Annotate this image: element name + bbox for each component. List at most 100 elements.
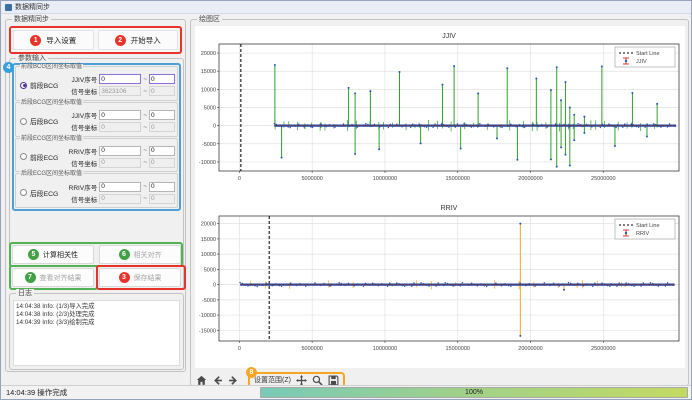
svg-text:15000: 15000 [201,237,216,243]
svg-text:20000000: 20000000 [518,176,542,182]
param-section-3: 后段ECG区间坐标取值 后段ECG RRIV序号 ~ 信号坐标 ~ [15,173,178,208]
section-radio[interactable]: 前段ECG [18,152,63,162]
range-end-input[interactable] [149,146,175,156]
plot-panel: 绘图区 20000150001000050000-5000-1000005000… [190,19,689,386]
range-start-input[interactable] [99,146,141,156]
range-end-input[interactable] [149,110,175,120]
log-group: 日志 14:04:38 Info: (1/3)导入完成14:04:38 Info… [9,293,184,370]
section-radio[interactable]: 后段ECG [18,188,63,198]
sync-panel: 数据精同步 1 导入设置 2 开始导入 参数输入 4 前段BCG区间坐标取值 前… [5,19,186,372]
svg-text:15000: 15000 [201,69,216,75]
svg-text:JJIV: JJIV [636,59,647,65]
radio-icon[interactable] [20,189,27,196]
pan-icon[interactable] [296,375,307,386]
radio-label: 后段ECG [30,188,58,198]
title-bar: 数据精同步 [1,1,691,14]
section-radio[interactable]: 前段BCG [18,80,63,90]
svg-text:JJIV: JJIV [442,33,456,40]
range-end-input[interactable] [149,74,175,84]
start-import-label: 开始导入 [131,35,161,46]
svg-text:0: 0 [238,346,241,352]
range-start-input[interactable] [99,122,141,132]
radio-icon[interactable] [20,82,27,89]
jjiv-chart[interactable]: 20000150001000050000-5000-10000050000001… [195,26,685,198]
svg-text:10000: 10000 [201,252,216,258]
svg-text:5000000: 5000000 [301,176,322,182]
range-end-input[interactable] [149,182,175,192]
import-settings-button[interactable]: 1 导入设置 [13,30,94,50]
app-icon [5,4,12,11]
svg-text:-15000: -15000 [199,328,216,334]
svg-text:0: 0 [213,283,216,289]
section-title: 后段BCG区间坐标取值 [20,100,83,107]
range-end-input[interactable] [149,122,175,132]
radio-icon[interactable] [20,118,27,125]
section-title: 前段BCG区间坐标取值 [20,64,83,71]
param-section-1: 后段BCG区间坐标取值 后段BCG JJIV序号 ~ 信号坐标 ~ [15,102,178,137]
forward-icon[interactable] [228,375,239,386]
log-line: 14:04:38 Info: (2/3)处理完成 [16,311,177,319]
compute-correlation-button[interactable]: 5 计算相关性 [12,245,94,264]
range-start-input[interactable] [99,110,141,120]
range-separator: ~ [143,124,147,131]
log-group-title: 日志 [16,289,34,298]
svg-text:0: 0 [213,124,216,130]
log-line: 14:04:39 Info: (3/3)绘制完成 [16,319,177,327]
svg-text:20000000: 20000000 [518,346,542,352]
svg-text:15000000: 15000000 [445,176,469,182]
status-text: 14:04:39 操作完成 [6,387,67,398]
range-start-input[interactable] [99,158,141,168]
param-row: JJIV序号 ~ [63,74,175,84]
back-icon[interactable] [212,375,223,386]
sync-panel-title: 数据精同步 [12,15,51,24]
range-start-input[interactable] [99,86,141,96]
range-end-input[interactable] [149,194,175,204]
svg-text:10000000: 10000000 [373,176,397,182]
range-start-input[interactable] [99,194,141,204]
section-title: 后段ECG区间坐标取值 [20,171,83,178]
save-icon[interactable] [328,375,339,386]
svg-text:25000000: 25000000 [591,176,615,182]
field-label: 信号坐标 [63,86,97,96]
svg-text:-10000: -10000 [199,160,216,166]
home-icon[interactable] [196,375,207,386]
radio-icon[interactable] [20,153,27,160]
step-badge-8: 8 [246,367,257,378]
log-line: 14:04:38 Info: (1/3)导入完成 [16,303,177,311]
svg-text:-5000: -5000 [202,298,216,304]
set-range-button[interactable]: 设置范围(Z) [254,375,291,385]
log-list[interactable]: 14:04:38 Info: (1/3)导入完成14:04:38 Info: (… [13,300,180,366]
correlation-align-button[interactable]: 6 相关对齐 [99,245,181,264]
param-row: 信号坐标 ~ [63,86,175,96]
range-start-input[interactable] [99,74,141,84]
range-start-input[interactable] [99,182,141,192]
view-align-result-button[interactable]: 7 查看对齐结果 [12,268,94,287]
svg-text:0: 0 [238,176,241,182]
range-end-input[interactable] [149,158,175,168]
save-result-label: 保存结果 [134,273,162,283]
step-badge-1: 1 [30,35,41,46]
param-section-2: 前段ECG区间坐标取值 前段ECG RRIV序号 ~ 信号坐标 ~ [15,138,178,173]
svg-text:5000: 5000 [204,267,216,273]
svg-text:RRIV: RRIV [636,231,649,237]
param-row: RRIV序号 ~ [63,146,175,156]
range-end-input[interactable] [149,86,175,96]
step-badge-6: 6 [119,249,130,260]
params-annotation-box: 前段BCG区间坐标取值 前段BCG JJIV序号 ~ 信号坐标 ~ 后段BCG区… [12,63,181,211]
range-separator: ~ [143,76,147,83]
param-row: JJIV序号 ~ [63,110,175,120]
zoom-icon[interactable] [312,375,323,386]
field-label: JJIV序号 [63,110,97,120]
rriv-chart[interactable]: 20000150001000050000-5000-10000-15000050… [195,198,685,368]
svg-text:15000000: 15000000 [445,346,469,352]
view-align-result-label: 查看对齐结果 [40,273,82,283]
section-radio[interactable]: 后段BCG [18,116,63,126]
param-section-0: 前段BCG区间坐标取值 前段BCG JJIV序号 ~ 信号坐标 ~ [15,66,178,101]
section-title: 前段ECG区间坐标取值 [20,136,83,143]
param-row: 信号坐标 ~ [63,158,175,168]
save-result-button[interactable]: 3 保存结果 [99,268,181,287]
start-import-button[interactable]: 2 开始导入 [98,30,179,50]
param-row: 信号坐标 ~ [63,194,175,204]
field-label: 信号坐标 [63,194,97,204]
figure-canvas[interactable]: 20000150001000050000-5000-10000050000001… [195,26,685,368]
